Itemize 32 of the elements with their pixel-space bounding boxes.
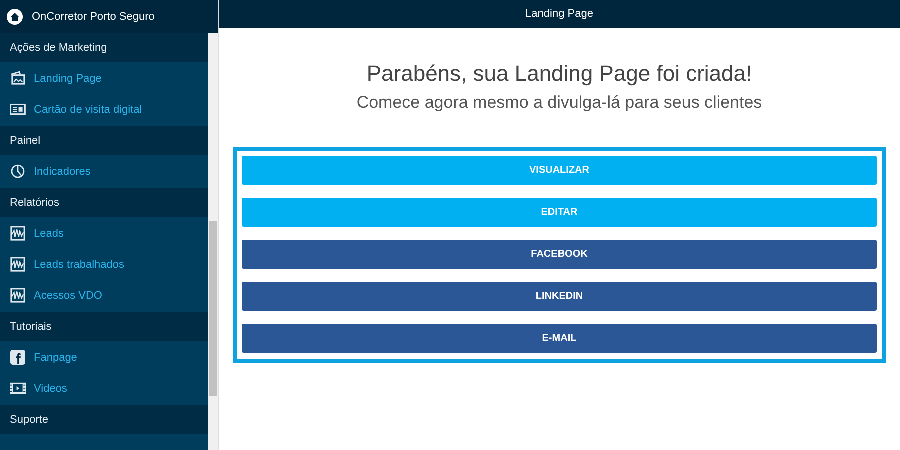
action-button[interactable]: E-MAIL [242, 324, 877, 353]
film-icon [10, 381, 26, 396]
home-icon[interactable] [7, 8, 23, 24]
menu-item[interactable]: Landing Page [0, 63, 208, 94]
menu-item[interactable]: Fanpage [0, 342, 208, 373]
pie-chart-icon [10, 164, 26, 179]
facebook-icon [10, 350, 26, 365]
id-card-icon [10, 102, 26, 117]
section-header: Suporte [0, 405, 208, 434]
menu-item[interactable]: Leads trabalhados [0, 249, 208, 280]
scrollbar[interactable] [208, 33, 218, 450]
heading: Parabéns, sua Landing Page foi criada! [366, 61, 752, 87]
page-title: Landing Page [526, 8, 594, 20]
action-button[interactable]: EDITAR [242, 198, 877, 227]
section-header: Relatórios [0, 188, 208, 217]
brand-name: OnCorretor Porto Seguro [32, 10, 155, 22]
image-icon [10, 71, 26, 86]
subheading: Comece agora mesmo a divulga-lá para seus clientes [356, 93, 762, 113]
chart-icon [10, 226, 26, 241]
chart-icon [10, 257, 26, 272]
menu-item[interactable]: Cartão de visita digital [0, 94, 208, 125]
action-button[interactable]: VISUALIZAR [242, 156, 877, 185]
menu-item[interactable]: Acessos VDO [0, 280, 208, 311]
action-button[interactable]: LINKEDIN [242, 282, 877, 311]
menu-item[interactable]: Videos [0, 373, 208, 404]
section-header: Tutoriais [0, 312, 208, 341]
action-button[interactable]: FACEBOOK [242, 240, 877, 269]
section-header: Painel [0, 126, 208, 155]
chart-icon [10, 288, 26, 303]
menu-item[interactable]: Indicadores [0, 156, 208, 187]
menu-item[interactable]: Leads [0, 218, 208, 249]
section-header: Ações de Marketing [0, 33, 208, 62]
